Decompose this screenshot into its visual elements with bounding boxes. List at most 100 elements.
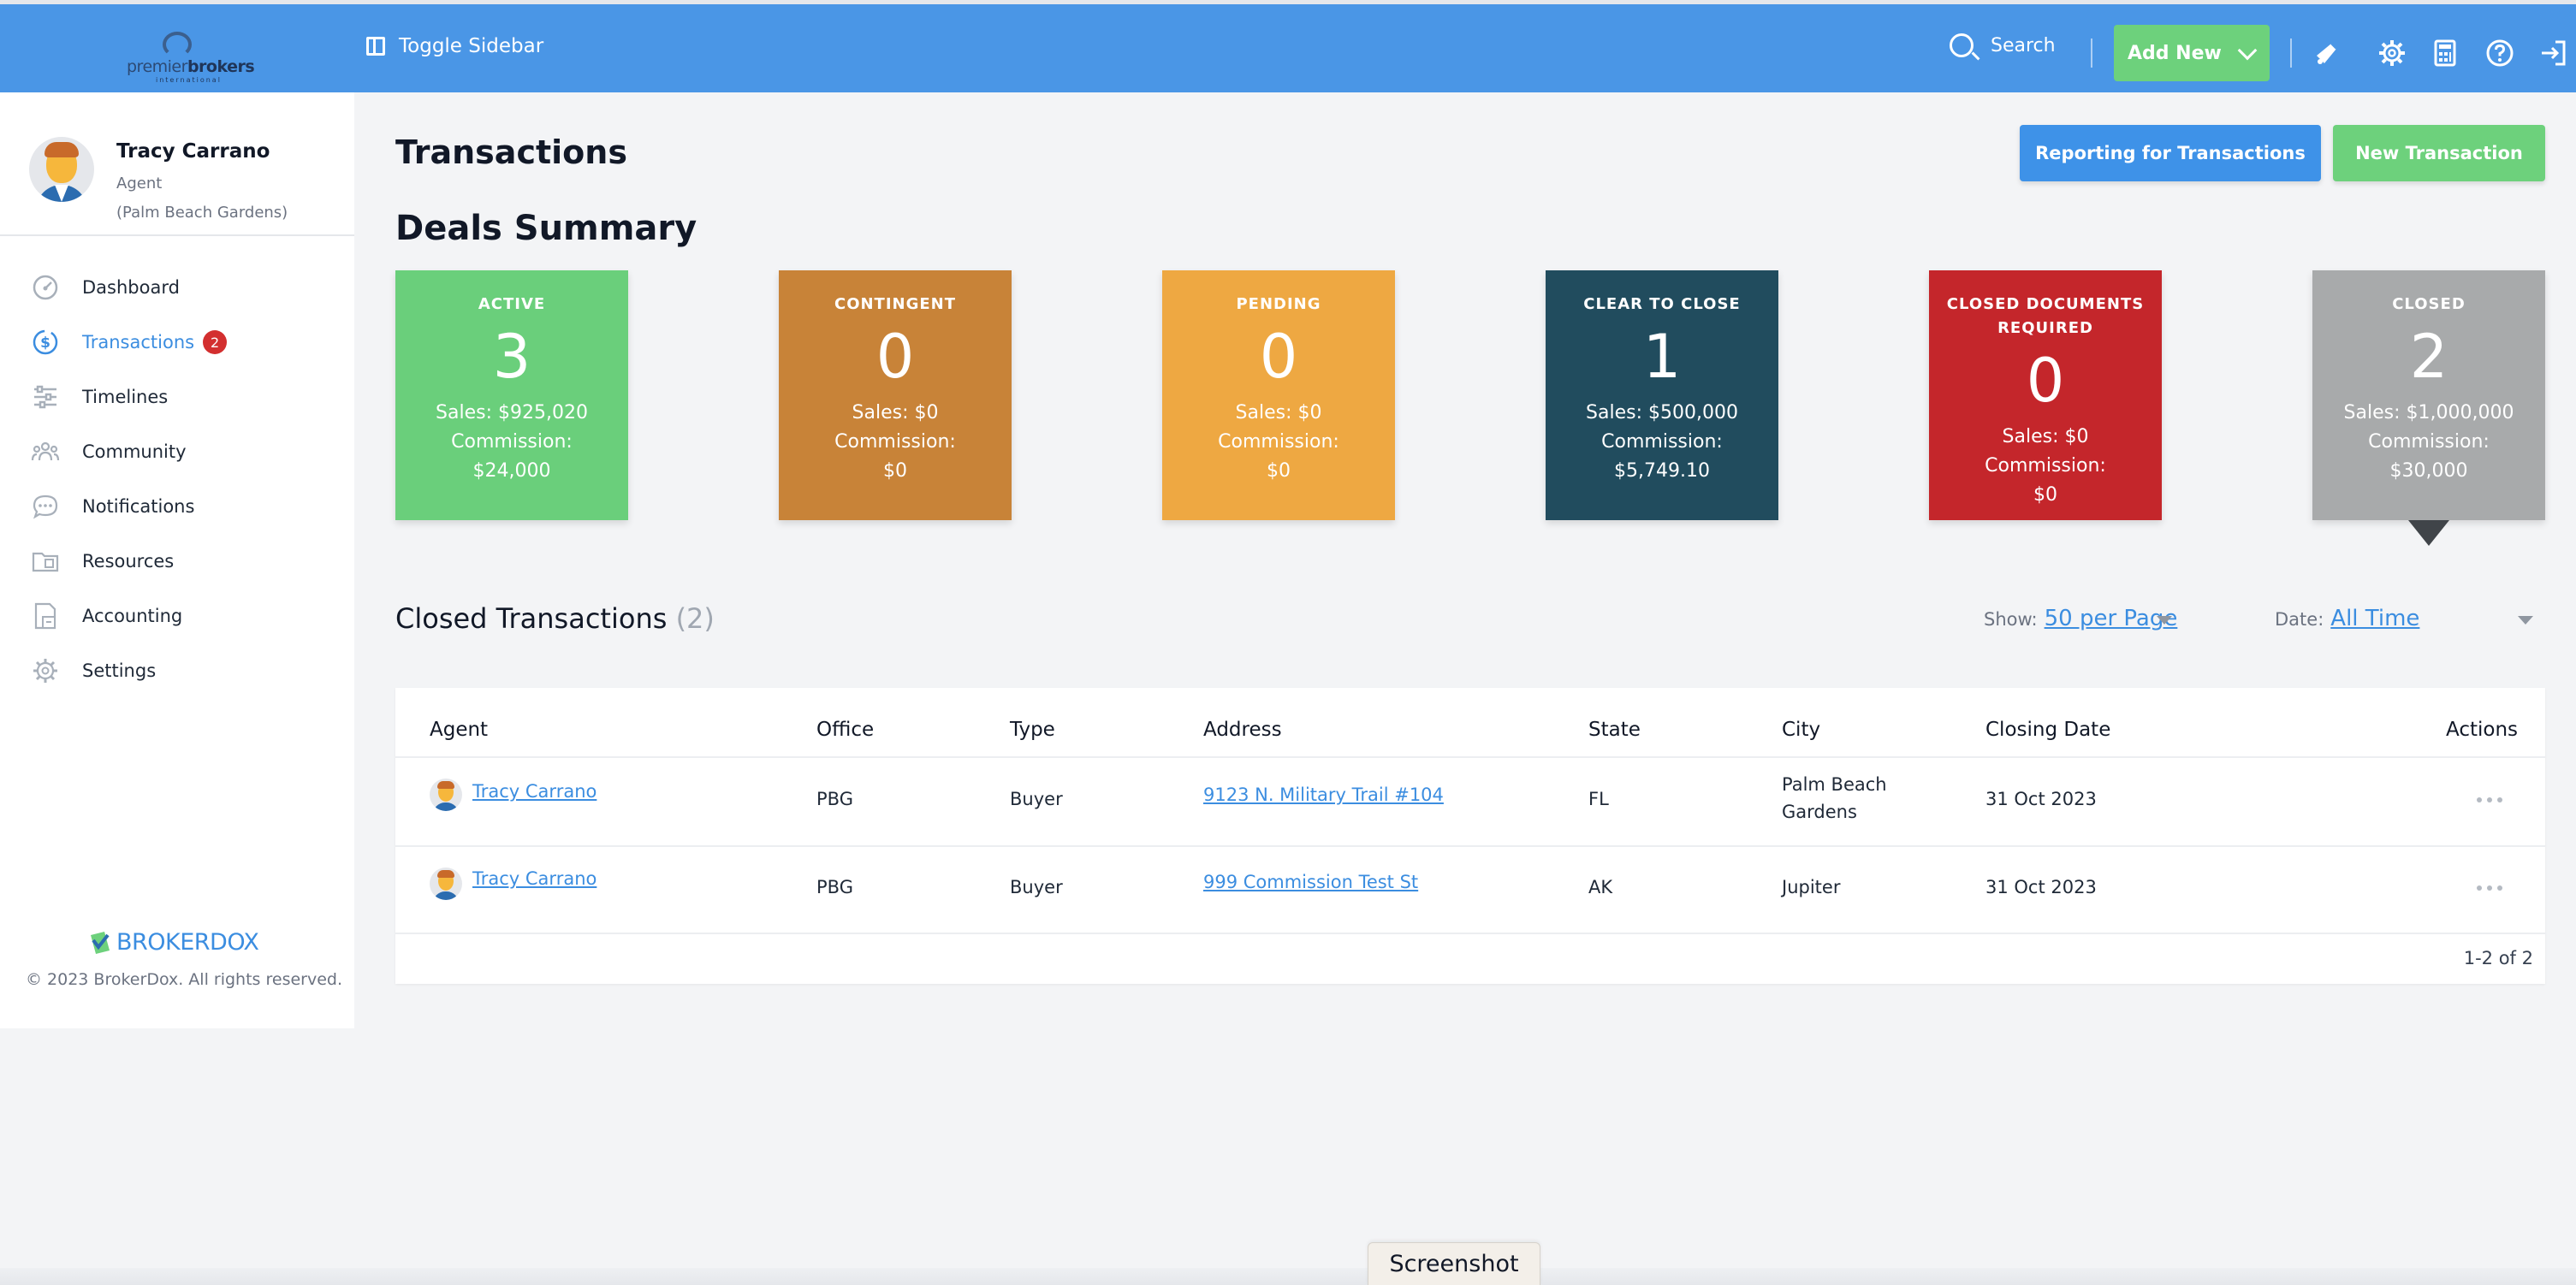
status-card-contingent[interactable]: CONTINGENT 0 Sales: $0 Commission: $0 <box>779 270 1012 520</box>
type-cell: Buyer <box>1010 789 1063 809</box>
column-header-office[interactable]: Office <box>816 719 874 741</box>
brand-logo[interactable]: premierbrokers international <box>120 28 255 84</box>
table-divider <box>395 756 2545 758</box>
closed-transactions-label: Closed Transactions <box>395 602 668 635</box>
brokerdox-logo-icon <box>91 931 110 954</box>
status-card-sales: Sales: $0 <box>2002 426 2089 447</box>
brokerdox-logo: BROKERDOX <box>89 929 259 956</box>
status-card-sales: Sales: $0 <box>852 402 939 423</box>
closed-transactions-count: (2) <box>675 602 715 635</box>
sidebar-item-accounting[interactable]: Accounting <box>0 589 354 643</box>
agent-link[interactable]: Tracy Carrano <box>472 866 597 891</box>
status-card-sales: Sales: $925,020 <box>436 402 588 423</box>
address-link[interactable]: 9123 N. Military Trail #104 <box>1203 782 1444 808</box>
chevron-down-icon <box>2237 40 2258 61</box>
status-card-active[interactable]: ACTIVE 3 Sales: $925,020 Commission: $24… <box>395 270 628 520</box>
logout-icon[interactable] <box>2538 38 2567 68</box>
calculator-icon[interactable] <box>2431 38 2460 68</box>
status-card-count: 2 <box>2409 322 2448 392</box>
sidebar-item-transactions[interactable]: $ Transactions 2 <box>0 315 354 370</box>
help-icon[interactable] <box>2485 38 2514 68</box>
column-header-state[interactable]: State <box>1588 719 1641 741</box>
user-profile[interactable]: Tracy Carrano Agent (Palm Beach Gardens) <box>29 137 288 222</box>
pagination-summary: 1-2 of 2 <box>2463 948 2533 968</box>
status-card-commission-label: Commission: <box>1218 431 1339 453</box>
column-header-address[interactable]: Address <box>1203 719 1282 741</box>
status-card-commission: $5,749.10 <box>1614 460 1710 482</box>
sidebar-item-dashboard[interactable]: Dashboard <box>0 260 354 315</box>
toolbar-divider <box>2091 38 2092 68</box>
reporting-for-transactions-button[interactable]: Reporting for Transactions <box>2020 125 2321 181</box>
sidebar-item-label: Transactions <box>82 332 195 352</box>
column-header-closing-date[interactable]: Closing Date <box>1985 719 2110 741</box>
toolbar-divider <box>2290 38 2292 68</box>
column-header-city[interactable]: City <box>1782 719 1820 741</box>
deals-summary-title: Deals Summary <box>395 209 697 248</box>
sidebar-item-settings[interactable]: Settings <box>0 643 354 698</box>
avatar <box>29 137 94 202</box>
sidebar-item-timelines[interactable]: Timelines <box>0 370 354 424</box>
row-actions-menu[interactable] <box>2477 884 2502 892</box>
status-card-pending[interactable]: PENDING 0 Sales: $0 Commission: $0 <box>1162 270 1395 520</box>
column-header-agent[interactable]: Agent <box>430 719 488 741</box>
brand-logo-sub: international <box>156 76 222 84</box>
status-card-closed[interactable]: CLOSED 2 Sales: $1,000,000 Commission: $… <box>2312 270 2545 546</box>
add-new-label: Add New <box>2128 42 2222 64</box>
status-card-commission: $0 <box>1267 460 1291 482</box>
column-header-type[interactable]: Type <box>1010 719 1055 741</box>
sidebar-item-label: Settings <box>82 660 157 681</box>
address-link[interactable]: 999 Commission Test St <box>1203 869 1418 895</box>
status-card-closed-documents-required[interactable]: CLOSED DOCUMENTS REQUIRED 0 Sales: $0 Co… <box>1929 270 2162 520</box>
megaphone-icon[interactable] <box>2312 38 2342 68</box>
sidebar-item-label: Accounting <box>82 606 183 626</box>
status-card-commission: $30,000 <box>2389 460 2468 482</box>
sidebar-item-community[interactable]: Community <box>0 424 354 479</box>
new-transaction-button[interactable]: New Transaction <box>2333 125 2545 181</box>
type-cell: Buyer <box>1010 877 1063 897</box>
sliders-icon <box>31 382 60 412</box>
main-content: Transactions Reporting for Transactions … <box>354 92 2576 1285</box>
status-card-label: CLEAR TO CLOSE <box>1583 295 1741 313</box>
window-bottom-edge <box>0 1268 2576 1285</box>
status-card-sales: Sales: $500,000 <box>1586 402 1738 423</box>
status-card-count: 3 <box>492 322 531 392</box>
closing-date-cell: 31 Oct 2023 <box>1985 789 2097 809</box>
status-card-commission-label: Commission: <box>2368 431 2490 453</box>
status-card-commission-label: Commission: <box>451 431 573 453</box>
status-card-sales: Sales: $1,000,000 <box>2343 402 2514 423</box>
status-card-count: 1 <box>1642 322 1682 392</box>
toggle-sidebar-label: Toggle Sidebar <box>399 35 544 57</box>
sidebar-item-label: Community <box>82 441 187 462</box>
screenshot-tag: Screenshot <box>1368 1242 1540 1285</box>
add-new-button[interactable]: Add New <box>2114 25 2270 81</box>
folder-icon <box>31 547 60 576</box>
top-navbar: premierbrokers international Toggle Side… <box>0 4 2576 92</box>
date-filter[interactable]: Date: All Time <box>2275 606 2535 631</box>
profile-office: (Palm Beach Gardens) <box>116 204 288 222</box>
status-card-count: 0 <box>1259 322 1298 392</box>
status-card-commission: $24,000 <box>472 460 551 482</box>
status-card-clear-to-close[interactable]: CLEAR TO CLOSE 1 Sales: $500,000 Commiss… <box>1546 270 1778 520</box>
status-card-count: 0 <box>2026 346 2065 416</box>
sidebar-item-label: Timelines <box>82 387 169 407</box>
sidebar-panel-icon <box>366 37 385 56</box>
closing-date-cell: 31 Oct 2023 <box>1985 877 2097 897</box>
brand-logo-word: premierbrokers <box>127 57 255 76</box>
per-page-filter[interactable]: Show: 50 per Page <box>1984 606 2177 631</box>
gear-icon[interactable] <box>2377 38 2407 68</box>
agent-link[interactable]: Tracy Carrano <box>472 779 597 804</box>
table-divider <box>395 845 2545 847</box>
transactions-count-badge: 2 <box>203 330 228 354</box>
row-actions-menu[interactable] <box>2477 796 2502 804</box>
status-card-stats: Sales: $925,020 Commission: $24,000 <box>395 399 628 486</box>
sidebar-item-resources[interactable]: Resources <box>0 534 354 589</box>
status-card-stats: Sales: $0 Commission: $0 <box>1162 399 1395 486</box>
sidebar-item-notifications[interactable]: Notifications <box>0 479 354 534</box>
search-button[interactable]: Search <box>1950 33 2056 57</box>
status-card-stats: Sales: $1,000,000 Commission: $30,000 <box>2312 399 2545 486</box>
copyright-text: © 2023 BrokerDox. All rights reserved. <box>26 970 342 989</box>
toggle-sidebar-button[interactable]: Toggle Sidebar <box>366 35 543 57</box>
date-select[interactable]: All Time <box>2330 606 2419 631</box>
gear-icon <box>31 656 60 685</box>
profile-role: Agent <box>116 175 163 192</box>
